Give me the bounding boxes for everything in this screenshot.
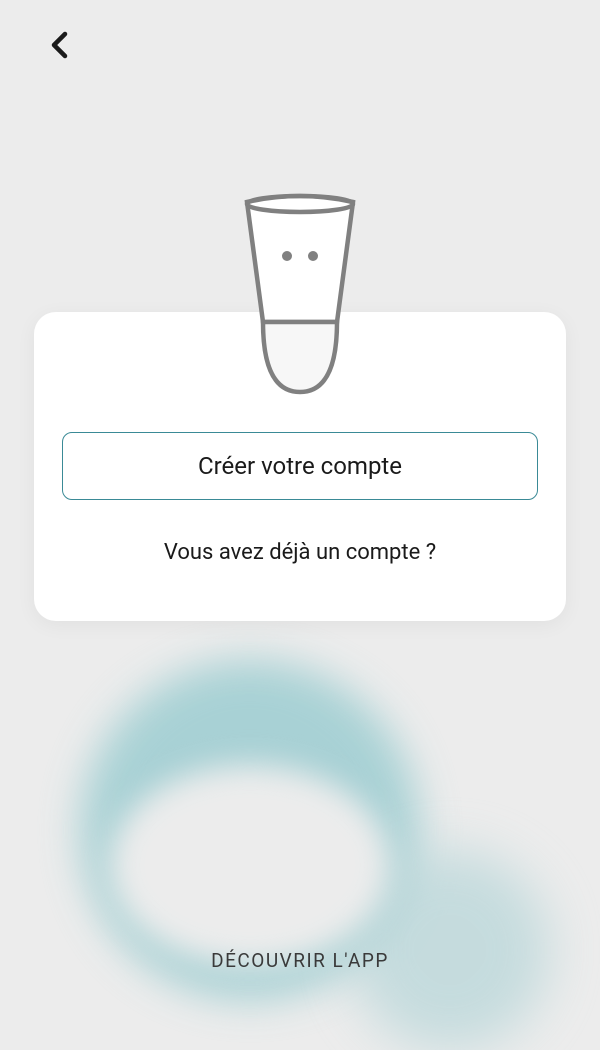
product-icon	[215, 192, 385, 406]
back-button[interactable]	[40, 25, 80, 65]
discover-app-link[interactable]: DÉCOUVRIR L'APP	[0, 949, 600, 972]
create-account-label: Créer votre compte	[198, 452, 402, 480]
create-account-button[interactable]: Créer votre compte	[62, 432, 538, 500]
background-blob-cut	[110, 765, 390, 965]
discover-app-label: DÉCOUVRIR L'APP	[211, 949, 389, 972]
existing-account-link[interactable]: Vous avez déjà un compte ?	[62, 540, 538, 565]
chevron-left-icon	[49, 31, 71, 59]
existing-account-label: Vous avez déjà un compte ?	[164, 540, 436, 565]
